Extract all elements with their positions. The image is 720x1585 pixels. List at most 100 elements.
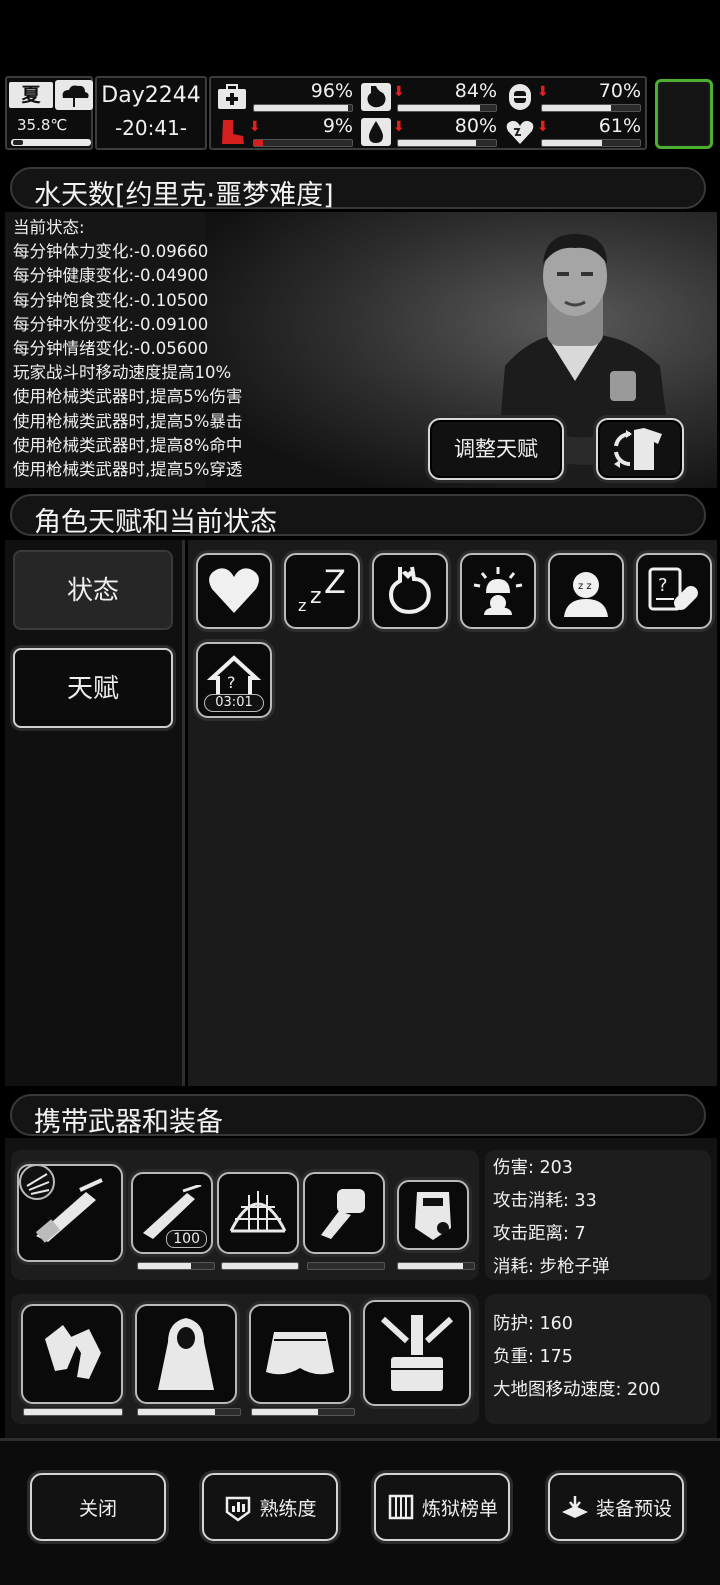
adjust-talent-button[interactable]: 调整天赋 [428, 418, 564, 480]
season-label: 夏 [9, 82, 53, 108]
outfit-swap-icon [614, 428, 662, 470]
weapon-slot-fist[interactable] [303, 1172, 385, 1254]
quick-item-slot[interactable] [655, 79, 713, 149]
status-heading: 当前状态: [13, 218, 85, 237]
status-line: 使用枪械类武器时,提高5%暴击 [13, 411, 243, 431]
sleep-icon[interactable]: zzZ [284, 553, 360, 629]
season-weather-panel[interactable]: 夏 35.8℃ [5, 76, 93, 150]
mood-value: 61% [598, 115, 641, 137]
prison-rank-label: 炼狱榜单 [421, 1497, 498, 1520]
survival-stats-panel[interactable]: 96% ⬇ 84% ⬇ 70% ⬇ 9% ⬇ 80% ⬇ 61% [209, 76, 647, 150]
hunger-value: 84% [454, 80, 497, 102]
stat-hunger: ⬇ 84% [359, 80, 501, 114]
alarm-icon[interactable] [460, 553, 536, 629]
armor-slot-cloak[interactable] [135, 1304, 237, 1404]
equipment-section-title: 携带武器和装备 [34, 1107, 223, 1138]
riot-shield-icon [415, 1192, 451, 1240]
weapon-stat: 消耗: 步枪子弹 [493, 1257, 610, 1277]
talent-section-title: 角色天赋和当前状态 [34, 507, 277, 538]
armor-durability-bar [23, 1408, 123, 1416]
tab-status[interactable]: 状态 [13, 550, 173, 630]
stat-injury: ⬇ 9% [215, 115, 357, 149]
status-line: 每分钟水份变化:-0.09100 [13, 314, 209, 334]
weapon-durability-bar [137, 1262, 215, 1270]
weapon-stat: 攻击距离: 7 [493, 1224, 586, 1244]
day-counter: Day2244 [101, 83, 201, 108]
stamina-bar [541, 104, 641, 112]
close-label: 关闭 [78, 1497, 117, 1520]
health-value: 96% [310, 80, 353, 102]
boot-injury-icon [222, 120, 244, 144]
medkit-icon [218, 84, 246, 109]
armor-durability-bar [137, 1408, 241, 1416]
talent-tab-column: 状态 天赋 [5, 540, 185, 1086]
heart-icon[interactable] [196, 553, 272, 629]
status-line: 每分钟饱食变化:-0.10500 [13, 290, 209, 310]
stamina-value: 70% [598, 80, 641, 102]
shelter-icon[interactable]: ? 03:01 [196, 642, 272, 718]
gloves-icon [45, 1325, 101, 1379]
armor-stat: 负重: 175 [493, 1347, 573, 1367]
armor-slot-backpack[interactable] [363, 1300, 471, 1406]
fist-icon [321, 1189, 365, 1239]
net-trap-icon [229, 1191, 287, 1233]
tab-talent[interactable]: 天赋 [13, 648, 173, 728]
water-drop-icon [361, 118, 391, 146]
mood-down-arrow: ⬇ [537, 119, 549, 135]
svg-text:?: ? [227, 673, 236, 692]
tired-icon[interactable]: z z [548, 553, 624, 629]
shelter-timer: 03:01 [204, 694, 264, 712]
water-value: 80% [454, 115, 497, 137]
equip-preset-label: 装备预设 [595, 1497, 672, 1520]
temperature-label: 35.8℃ [17, 116, 68, 134]
status-text-list: 当前状态: 每分钟体力变化:-0.09660 每分钟健康变化:-0.04900 … [13, 216, 242, 482]
status-line: 使用枪械类武器时,提高5%伤害 [13, 387, 243, 407]
pants-icon [266, 1332, 334, 1375]
weapon-slot-net[interactable] [217, 1172, 299, 1254]
armor-info-box: 防护: 160 负重: 175 大地图移动速度: 200 [485, 1294, 711, 1424]
top-status-bar: 夏 35.8℃ Day2244 -20:41- 96% ⬇ 84% ⬇ 70% [5, 76, 717, 152]
stomach-icon[interactable] [372, 553, 448, 629]
hunger-down-arrow: ⬇ [393, 84, 405, 100]
weapon-slot-rifle[interactable]: 100 [131, 1172, 213, 1254]
armor-slot-gloves[interactable] [21, 1304, 123, 1404]
close-button[interactable]: 关闭 [30, 1473, 166, 1541]
spray-mode-icon [19, 1164, 55, 1200]
medicine-icon[interactable]: ? [636, 553, 712, 629]
equipment-title-bar: 携带武器和装备 [10, 1094, 706, 1138]
character-panel: 当前状态: 每分钟体力变化:-0.09660 每分钟健康变化:-0.04900 … [5, 212, 717, 488]
temperature-bar [11, 139, 91, 146]
armor-slots [11, 1294, 479, 1424]
stat-health: 96% [215, 80, 357, 114]
change-outfit-button[interactable] [596, 418, 684, 480]
hunger-bar [397, 104, 497, 112]
equipment-panel: 100 伤害: 203 攻击消耗: 33 攻击距离: 7 消耗: 步枪子弹 防护… [5, 1138, 717, 1438]
weapon-slot-main[interactable] [17, 1164, 123, 1262]
prison-rank-button[interactable]: 炼狱榜单 [374, 1473, 510, 1541]
injury-bar [253, 139, 353, 147]
stat-water: ⬇ 80% [359, 115, 501, 149]
heart-mood-icon [506, 120, 534, 144]
status-line: 玩家战斗时移动速度提高10% [13, 363, 232, 383]
equip-preset-button[interactable]: 装备预设 [548, 1473, 684, 1541]
weapon-slot-shield[interactable] [397, 1180, 469, 1250]
stat-mood: ⬇ 61% [503, 115, 645, 149]
weapon-stat: 伤害: 203 [493, 1158, 573, 1178]
day-time-panel: Day2244 -20:41- [95, 76, 207, 150]
status-line: 每分钟体力变化:-0.09660 [13, 242, 209, 262]
mood-bar [541, 139, 641, 147]
weapon-slots: 100 [11, 1150, 479, 1280]
rain-cloud-icon [55, 80, 93, 110]
proficiency-button[interactable]: 熟练度 [202, 1473, 338, 1541]
status-line: 使用枪械类武器时,提高8%命中 [13, 435, 243, 455]
proficiency-label: 熟练度 [259, 1497, 317, 1520]
armor-durability-bar [251, 1408, 355, 1416]
status-line: 每分钟健康变化:-0.04900 [13, 266, 209, 286]
svg-text:z z: z z [578, 581, 592, 592]
injury-value: 9% [322, 115, 353, 137]
status-line: 每分钟情绪变化:-0.05600 [13, 339, 209, 359]
hooded-cloak-icon [158, 1318, 214, 1390]
armor-slot-pants[interactable] [249, 1304, 351, 1404]
svg-text:z: z [310, 584, 322, 609]
armor-stat: 防护: 160 [493, 1314, 573, 1334]
